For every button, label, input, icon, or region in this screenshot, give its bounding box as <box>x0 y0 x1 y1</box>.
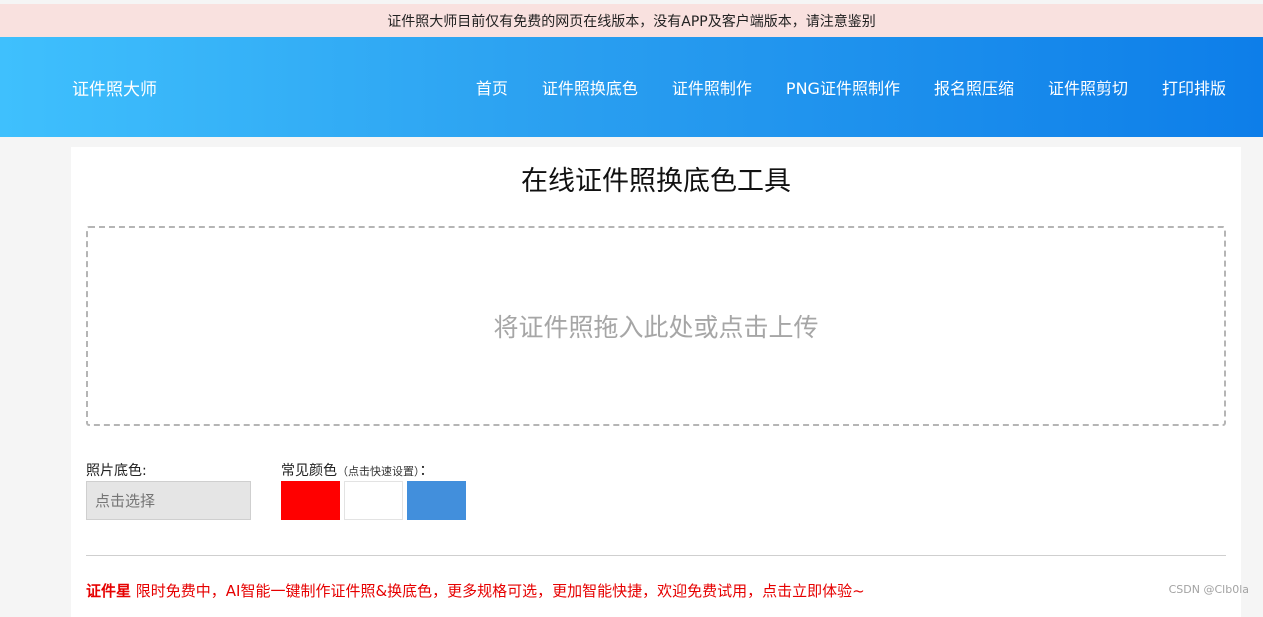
background-color-picker-input[interactable] <box>86 481 251 520</box>
nav-item-png-id-photo[interactable]: PNG证件照制作 <box>786 75 900 99</box>
divider <box>86 555 1226 556</box>
nav-item-print-layout[interactable]: 打印排版 <box>1162 75 1226 99</box>
site-header: 证件照大师 首页 证件照换底色 证件照制作 PNG证件照制作 报名照压缩 证件照… <box>0 37 1263 137</box>
main-nav: 首页 证件照换底色 证件照制作 PNG证件照制作 报名照压缩 证件照剪切 打印排… <box>459 37 1243 137</box>
common-colors-label: 常见颜色（点击快速设置）： <box>281 460 434 480</box>
upload-text: 将证件照拖入此处或点击上传 <box>493 313 819 342</box>
page-title: 在线证件照换底色工具 <box>521 166 791 197</box>
swatch-white[interactable] <box>344 481 403 520</box>
nav-item-photo-crop[interactable]: 证件照剪切 <box>1048 75 1128 99</box>
nav-item-home[interactable]: 首页 <box>476 75 508 99</box>
common-colors-hint: （点击快速设置） <box>337 465 420 478</box>
promo-text: 限时免费中，AI智能一键制作证件照&换底色，更多规格可选，更加智能快捷，欢迎免费… <box>131 582 865 600</box>
promo-brand: 证件星 <box>86 582 132 600</box>
promo-link[interactable]: 证件星 限时免费中，AI智能一键制作证件照&换底色，更多规格可选，更加智能快捷，… <box>86 580 865 601</box>
notice-text: 证件照大师目前仅有免费的网页在线版本，没有APP及客户端版本，请注意鉴别 <box>387 13 876 30</box>
swatch-red[interactable] <box>281 481 340 520</box>
background-color-label: 照片底色: <box>86 463 147 479</box>
swatch-blue[interactable] <box>407 481 466 520</box>
common-colors-colon: ： <box>419 463 434 479</box>
site-logo[interactable]: 证件照大师 <box>72 37 157 137</box>
upload-dropzone[interactable]: 将证件照拖入此处或点击上传 <box>86 226 1226 426</box>
common-colors-text: 常见颜色 <box>281 463 337 479</box>
tool-card: 在线证件照换底色工具 将证件照拖入此处或点击上传 照片底色: 常见颜色（点击快速… <box>71 147 1241 617</box>
watermark: CSDN @Clb0la <box>1168 583 1249 596</box>
nav-item-id-photo-maker[interactable]: 证件照制作 <box>672 75 752 99</box>
nav-item-change-background[interactable]: 证件照换底色 <box>542 75 638 99</box>
nav-item-photo-compress[interactable]: 报名照压缩 <box>934 75 1014 99</box>
notice-banner: 证件照大师目前仅有免费的网页在线版本，没有APP及客户端版本，请注意鉴别 <box>0 4 1263 37</box>
